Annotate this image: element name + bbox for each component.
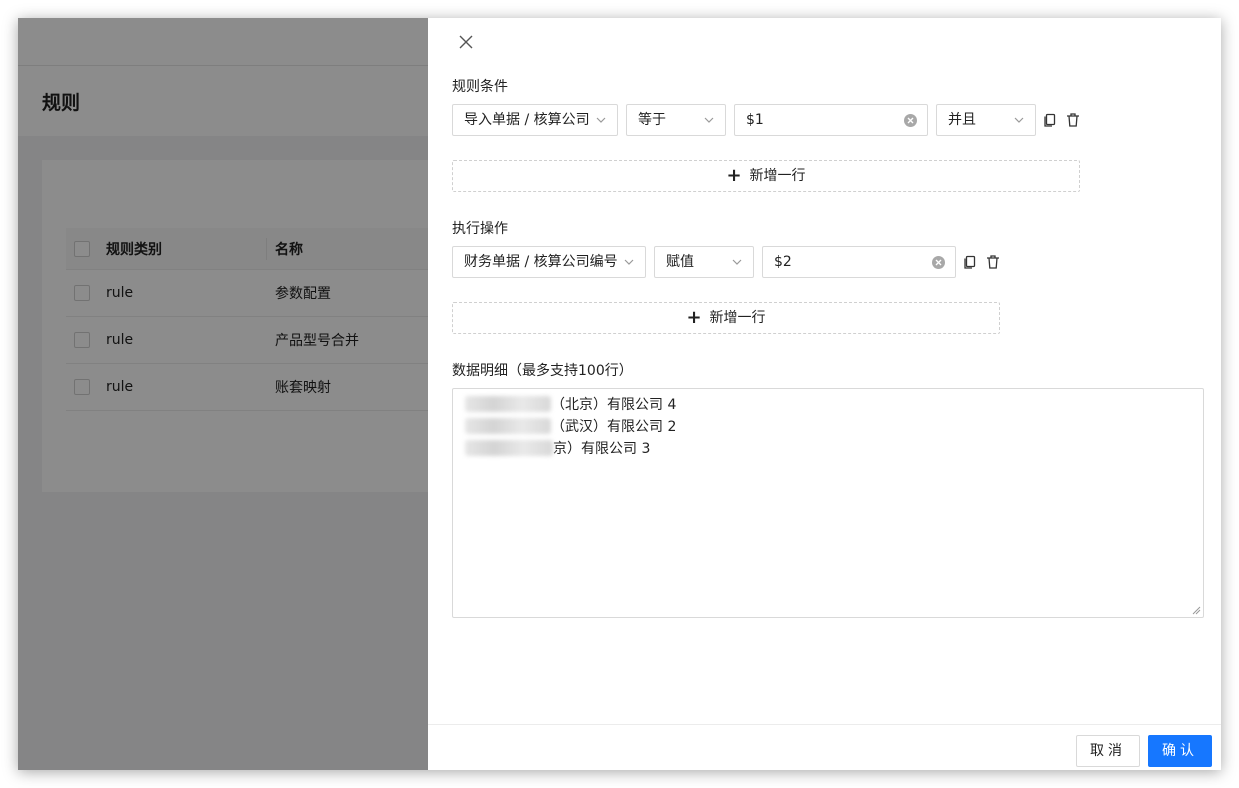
condition-logic-select[interactable]: 并且 <box>936 104 1036 136</box>
chevron-down-icon <box>596 117 606 123</box>
condition-operator-select[interactable]: 等于 <box>626 104 726 136</box>
condition-operator-value: 等于 <box>638 112 666 128</box>
delete-icon[interactable] <box>1065 112 1081 128</box>
action-operator-select[interactable]: 赋值 <box>654 246 754 278</box>
redacted-text <box>465 418 551 434</box>
clear-icon[interactable] <box>932 256 945 269</box>
data-details-textarea[interactable]: （北京）有限公司 4 （武汉）有限公司 2 京）有限公司 3 <box>452 388 1204 618</box>
add-condition-label: 新增一行 <box>749 168 806 184</box>
confirm-button[interactable]: 确认 <box>1148 735 1212 767</box>
drawer-footer: 取消 确认 <box>428 724 1221 770</box>
delete-icon[interactable] <box>985 254 1001 270</box>
cancel-button[interactable]: 取消 <box>1076 735 1140 767</box>
action-field-value: 财务单据 / 核算公司编号 <box>464 254 618 270</box>
detail-line-text: （武汉）有限公司 2 <box>551 419 677 435</box>
detail-line-text: （北京）有限公司 4 <box>551 397 677 413</box>
chevron-down-icon <box>732 259 742 265</box>
chevron-down-icon <box>1014 117 1024 123</box>
chevron-down-icon <box>624 259 634 265</box>
resize-handle-icon[interactable] <box>1191 605 1201 615</box>
add-condition-row-button[interactable]: + 新增一行 <box>452 160 1080 192</box>
detail-line-text: 京）有限公司 3 <box>553 441 651 457</box>
redacted-text <box>465 396 551 412</box>
clear-icon[interactable] <box>904 114 917 127</box>
copy-icon[interactable] <box>1042 112 1058 128</box>
app-window: 规则 规则类别 名称 rule 参数配置 rule 产品型号合并 rule 账套… <box>18 18 1221 770</box>
detail-line: （北京）有限公司 4 <box>465 394 1191 416</box>
copy-icon[interactable] <box>962 254 978 270</box>
action-value-text: $2 <box>774 254 792 270</box>
condition-field-value: 导入单据 / 核算公司 <box>464 112 590 128</box>
condition-field-select[interactable]: 导入单据 / 核算公司 <box>452 104 618 136</box>
rule-drawer: 规则条件 导入单据 / 核算公司 等于 $1 并且 + 新增一行 执行操作 财务… <box>428 18 1221 770</box>
conditions-label: 规则条件 <box>452 79 508 95</box>
modal-mask[interactable] <box>18 18 428 770</box>
add-action-row-button[interactable]: + 新增一行 <box>452 302 1000 334</box>
plus-icon: + <box>726 165 742 186</box>
condition-value-text: $1 <box>746 112 764 128</box>
details-label: 数据明细（最多支持100行） <box>452 363 633 379</box>
action-field-select[interactable]: 财务单据 / 核算公司编号 <box>452 246 646 278</box>
plus-icon: + <box>686 307 702 328</box>
add-action-label: 新增一行 <box>709 310 766 326</box>
action-value-input[interactable]: $2 <box>762 246 956 278</box>
close-icon[interactable] <box>456 32 476 52</box>
redacted-text <box>465 440 553 456</box>
condition-value-input[interactable]: $1 <box>734 104 928 136</box>
actions-label: 执行操作 <box>452 221 508 237</box>
chevron-down-icon <box>704 117 714 123</box>
condition-logic-value: 并且 <box>948 112 976 128</box>
detail-line: （武汉）有限公司 2 <box>465 416 1191 438</box>
action-operator-value: 赋值 <box>666 254 694 270</box>
detail-line: 京）有限公司 3 <box>465 438 1191 460</box>
